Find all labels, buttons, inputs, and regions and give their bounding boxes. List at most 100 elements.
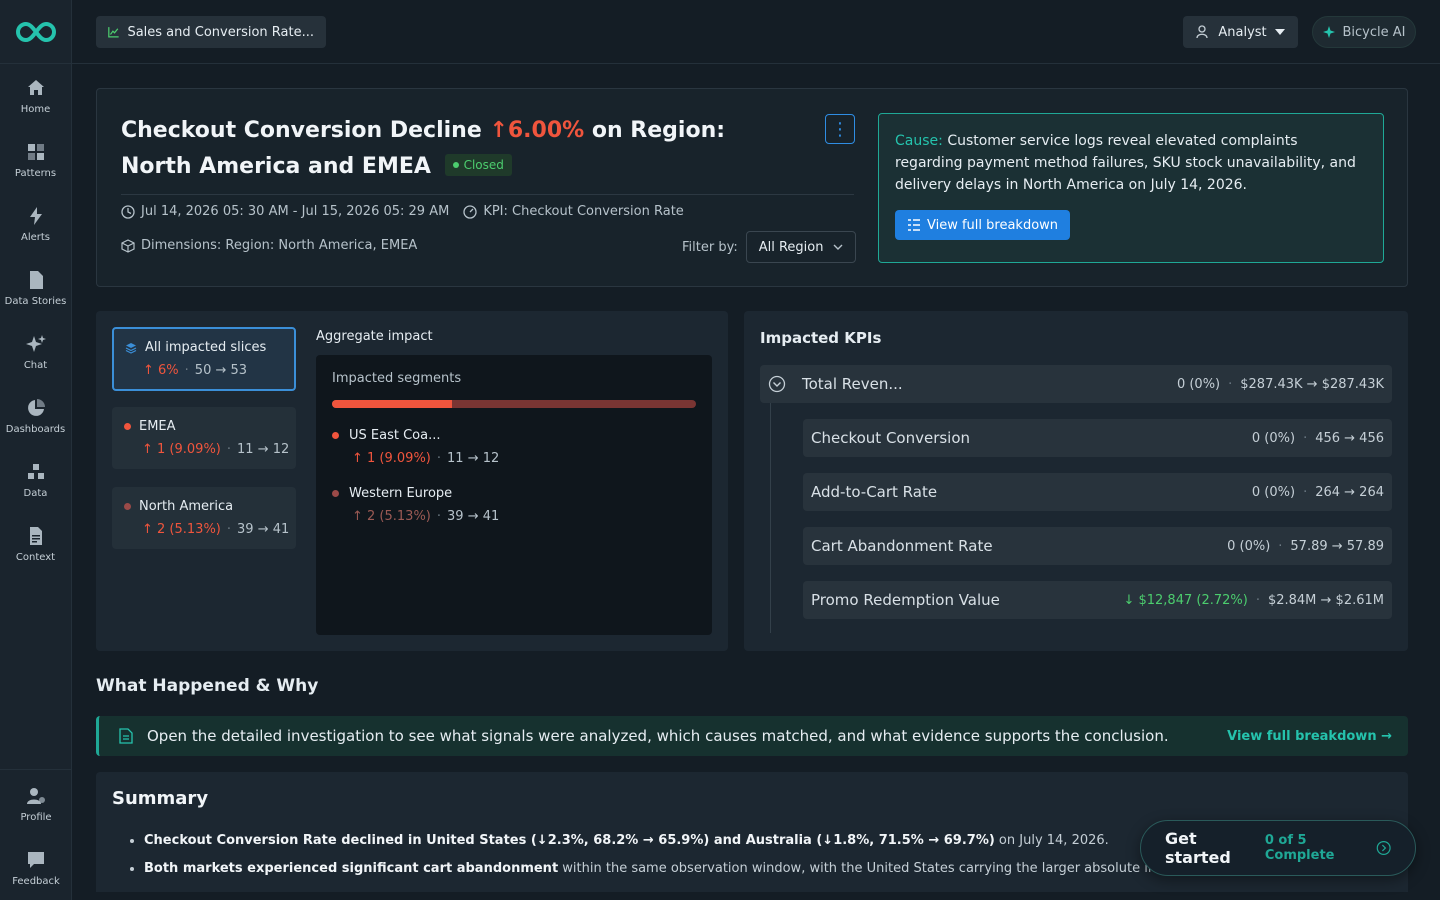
kpi-delta: 0 (0%) xyxy=(1176,376,1221,392)
sidebar-item-home[interactable]: Home xyxy=(0,64,71,128)
kpi-name: Cart Abandonment Rate xyxy=(811,537,993,555)
region-filter: Filter by: All Region xyxy=(682,231,856,263)
bicycle-ai-button[interactable]: Bicycle AI xyxy=(1312,16,1416,48)
separator: · xyxy=(226,442,232,457)
collapse-icon[interactable] xyxy=(768,375,786,393)
segment-name: US East Coa... xyxy=(349,428,441,443)
segment-item[interactable]: Western Europe ↑ 2 (5.13%) · 39 → 41 xyxy=(332,486,696,524)
slice-north-america[interactable]: North America ↑ 2 (5.13%) · 39 → 41 xyxy=(112,487,296,549)
separator: · xyxy=(184,363,189,378)
segment-title: US East Coa... xyxy=(332,428,696,443)
role-selector[interactable]: Analyst xyxy=(1183,16,1298,48)
sidebar-item-label: Home xyxy=(20,103,51,115)
page-title: Sales and Conversion Rate... xyxy=(127,24,314,40)
sidebar-item-context[interactable]: Context xyxy=(0,512,71,576)
separator: · xyxy=(226,522,232,537)
segment-range: 11 → 12 xyxy=(447,451,500,466)
segment-item[interactable]: US East Coa... ↑ 1 (9.09%) · 11 → 12 xyxy=(332,428,696,466)
incident-title: Checkout Conversion Decline ↑6.00% on Re… xyxy=(121,113,741,185)
separator: · xyxy=(436,509,442,524)
kpi-name: Add-to-Cart Rate xyxy=(811,483,938,501)
kpi-row-root[interactable]: Total Reven... 0 (0%) · $287.43K → $287.43… xyxy=(760,365,1392,403)
slice-range: 50 → 53 xyxy=(194,363,248,378)
region-select[interactable]: All Region xyxy=(745,231,856,263)
more-options-button[interactable]: ⋮ xyxy=(825,114,855,144)
sidebar-item-feedback[interactable]: Feedback xyxy=(0,836,72,900)
kpi-label: KPI: Checkout Conversion Rate xyxy=(483,204,684,219)
slice-range: 11 → 12 xyxy=(237,442,290,457)
kpi-row[interactable]: Add-to-Cart Rate 0 (0%) · 264 → 264 xyxy=(803,473,1392,511)
divider xyxy=(121,194,854,195)
impacted-kpis-title: Impacted KPIs xyxy=(760,329,882,347)
separator: · xyxy=(1303,484,1308,500)
summary-bullet-text: within the same observation window, with… xyxy=(558,861,1194,876)
sidebar-item-alerts[interactable]: Alerts xyxy=(0,192,71,256)
kpi-root-left: Total Reven... xyxy=(768,375,903,393)
incident-dimensions: Dimensions: Region: North America, EMEA xyxy=(121,238,417,253)
segment-change: ↑ 2 (5.13%) xyxy=(352,509,431,524)
separator: · xyxy=(1228,376,1233,392)
kpi-values: ↓ $12,847 (2.72%) · $2.84M → $2.61M xyxy=(1123,593,1384,608)
sidebar-item-dashboards[interactable]: Dashboards xyxy=(0,384,71,448)
logo[interactable] xyxy=(0,0,71,64)
lightning-icon xyxy=(29,206,42,225)
slice-range: 39 → 41 xyxy=(237,522,290,537)
get-started-title: Get started xyxy=(1165,829,1231,867)
view-breakdown-label: View full breakdown xyxy=(927,217,1059,233)
layers-icon xyxy=(125,342,137,354)
sparkle-icon xyxy=(1322,26,1335,38)
sidebar-item-label: Chat xyxy=(23,359,48,371)
time-range: Jul 14, 2026 05: 30 AM - Jul 15, 2026 05… xyxy=(141,204,450,219)
document-icon xyxy=(119,728,133,744)
sidebar-item-data-stories[interactable]: Data Stories xyxy=(0,256,71,320)
view-breakdown-button[interactable]: View full breakdown xyxy=(895,210,1071,240)
status-badge: Closed xyxy=(444,154,512,176)
view-full-breakdown-link[interactable]: View full breakdown → xyxy=(1227,729,1392,744)
slice-stat: ↑ 2 (5.13%) · 39 → 41 xyxy=(124,522,289,537)
sparkle-icon xyxy=(25,334,46,352)
page-title-chip[interactable]: Sales and Conversion Rate... xyxy=(96,16,326,48)
kpi-row[interactable]: Promo Redemption Value ↓ $12,847 (2.72%)… xyxy=(803,581,1392,619)
segment-title: Western Europe xyxy=(332,486,696,501)
status-dot xyxy=(452,162,459,168)
sidebar: Home Patterns Alerts Data Stories Chat D… xyxy=(0,0,72,900)
incident-title-prefix: Checkout Conversion Decline xyxy=(121,118,482,143)
banner-text: Open the detailed investigation to see w… xyxy=(147,727,1169,745)
caret-down-icon xyxy=(1274,29,1285,35)
sidebar-item-label: Data Stories xyxy=(4,295,67,307)
feedback-icon xyxy=(28,851,44,868)
sidebar-item-label: Alerts xyxy=(20,231,50,243)
slice-emea[interactable]: EMEA ↑ 1 (9.09%) · 11 → 12 xyxy=(112,407,296,469)
incident-change: ↑6.00% xyxy=(489,118,585,143)
sidebar-item-chat[interactable]: Chat xyxy=(0,320,71,384)
clock-icon xyxy=(121,204,135,219)
separator: · xyxy=(1255,592,1260,608)
what-happened-title: What Happened & Why xyxy=(96,676,319,696)
kpi-delta: 0 (0%) xyxy=(1251,484,1296,500)
kpi-row[interactable]: Checkout Conversion 0 (0%) · 456 → 456 xyxy=(803,419,1392,457)
impacted-slices-card: All impacted slices ↑ 6% · 50 → 53 EMEA … xyxy=(96,311,728,651)
slice-title: North America xyxy=(124,499,284,514)
kpi-delta-value: $12,847 (2.72%) xyxy=(1138,592,1248,608)
slice-change: ↑ 6% xyxy=(143,363,179,378)
kebab-icon: ⋮ xyxy=(831,118,849,140)
slice-stat: ↑ 6% · 50 → 53 xyxy=(125,363,283,378)
slice-all[interactable]: All impacted slices ↑ 6% · 50 → 53 xyxy=(112,327,296,391)
sidebar-item-patterns[interactable]: Patterns xyxy=(0,128,71,192)
kpi-values: 0 (0%) · $287.43K → $287.43K xyxy=(1177,377,1384,392)
segment-range: 39 → 41 xyxy=(447,509,500,524)
kpi-row[interactable]: Cart Abandonment Rate 0 (0%) · 57.89 → 57.… xyxy=(803,527,1392,565)
kpi-range: 264 → 264 xyxy=(1315,484,1384,500)
kpi-name: Promo Redemption Value xyxy=(811,591,1000,609)
slice-title: EMEA xyxy=(124,419,284,434)
investigation-banner: Open the detailed investigation to see w… xyxy=(96,716,1408,756)
sidebar-item-data[interactable]: Data xyxy=(0,448,71,512)
impacted-kpis-card: Impacted KPIs Total Reven... 0 (0%) · $287… xyxy=(744,311,1408,651)
get-started-widget[interactable]: Get started 0 of 5 Complete xyxy=(1140,820,1416,876)
sidebar-item-profile[interactable]: Profile xyxy=(0,772,72,836)
segment-color-dot xyxy=(332,490,339,497)
kpi-range: $2.84M → $2.61M xyxy=(1267,592,1384,608)
list-icon xyxy=(908,219,920,231)
segment-stat: ↑ 1 (9.09%) · 11 → 12 xyxy=(332,451,696,466)
slice-change: ↑ 2 (5.13%) xyxy=(142,522,221,537)
